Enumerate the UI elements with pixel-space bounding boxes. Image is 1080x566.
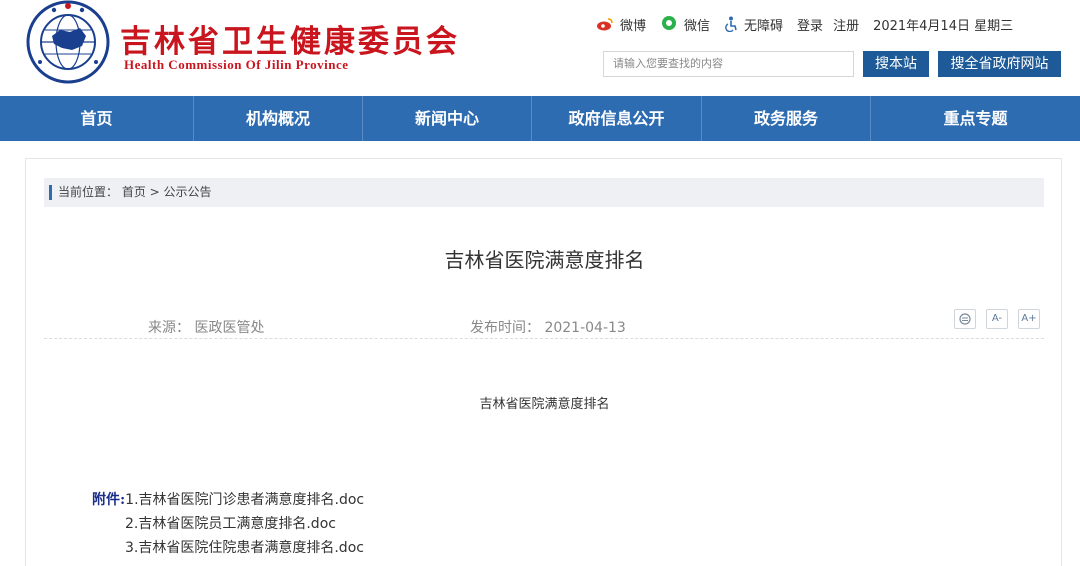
nav-item-home[interactable]: 首页: [0, 96, 194, 141]
search-site-button[interactable]: 搜本站: [863, 51, 929, 77]
accessibility-label: 无障碍: [744, 18, 784, 34]
print-icon: [959, 313, 971, 325]
article-source: 来源： 医政医管处: [148, 320, 265, 336]
article-body-text: 吉林省医院满意度排名: [479, 397, 610, 412]
site-subtitle: Health Commission Of Jilin Province: [124, 57, 349, 72]
attachment-item: 3.吉林省医院住院患者满意度排名.doc: [92, 536, 364, 560]
nav-item-services[interactable]: 政务服务: [702, 96, 871, 141]
article-tools: A- A+: [944, 309, 1040, 329]
search-gov-button[interactable]: 搜全省政府网站: [938, 51, 1061, 77]
attachment-item: 2.吉林省医院员工满意度排名.doc: [92, 512, 364, 536]
main-nav: 首页 机构概况 新闻中心 政府信息公开 政务服务 重点专题: [0, 96, 1080, 141]
register-link[interactable]: 注册: [833, 15, 859, 34]
attachment-link[interactable]: 2.吉林省医院员工满意度排名.doc: [125, 516, 336, 532]
article-meta: 来源： 医政医管处 发布时间： 2021-04-13 A- A+: [44, 309, 1044, 339]
nav-item-overview[interactable]: 机构概况: [194, 96, 363, 141]
nav-item-news[interactable]: 新闻中心: [363, 96, 532, 141]
article-title: 吉林省医院满意度排名: [444, 248, 645, 272]
weibo-link[interactable]: 微博: [596, 15, 646, 34]
attachment-item: 附件:1.吉林省医院门诊患者满意度排名.doc: [92, 488, 364, 512]
current-date: 2021年4月14日 星期三: [873, 18, 1014, 34]
site-header: 吉林省卫生健康委员会 Health Commission Of Jilin Pr…: [0, 0, 1080, 95]
nav-item-topics[interactable]: 重点专题: [871, 96, 1080, 141]
attachments-label: 附件:: [92, 492, 126, 508]
login-link[interactable]: 登录: [797, 15, 823, 34]
article-publish-date: 发布时间： 2021-04-13: [470, 320, 626, 336]
accessibility-link[interactable]: 无障碍: [724, 15, 783, 34]
font-decrease-button[interactable]: A-: [986, 309, 1008, 329]
site-title: 吉林省卫生健康委员会: [120, 24, 460, 60]
content-panel: 当前位置： 首页 > 公示公告 吉林省医院满意度排名 来源： 医政医管处 发布时…: [25, 158, 1062, 566]
weixin-link[interactable]: 微信: [660, 15, 710, 34]
attachment-link[interactable]: 3.吉林省医院住院患者满意度排名.doc: [125, 540, 364, 556]
search-input[interactable]: 请输入您要查找的内容: [603, 51, 854, 77]
font-increase-button[interactable]: A+: [1018, 309, 1040, 329]
accessibility-icon: [725, 16, 737, 32]
weixin-label: 微信: [684, 18, 711, 34]
attachment-link[interactable]: 1.吉林省医院门诊患者满意度排名.doc: [125, 492, 364, 508]
attachments-list: 附件:1.吉林省医院门诊患者满意度排名.doc 2.吉林省医院员工满意度排名.d…: [92, 488, 364, 560]
weibo-label: 微博: [620, 18, 647, 34]
weixin-icon: [662, 16, 677, 30]
top-links: 微博 微信 无障碍 登录 注册 2021年4月14日 星期三: [596, 14, 1013, 34]
nav-item-gov-info[interactable]: 政府信息公开: [532, 96, 702, 141]
jilin-health-emblem-icon[interactable]: [24, 0, 112, 84]
print-button[interactable]: [954, 309, 976, 329]
breadcrumb: 当前位置： 首页 > 公示公告: [44, 178, 1044, 207]
weibo-icon: [597, 18, 613, 31]
